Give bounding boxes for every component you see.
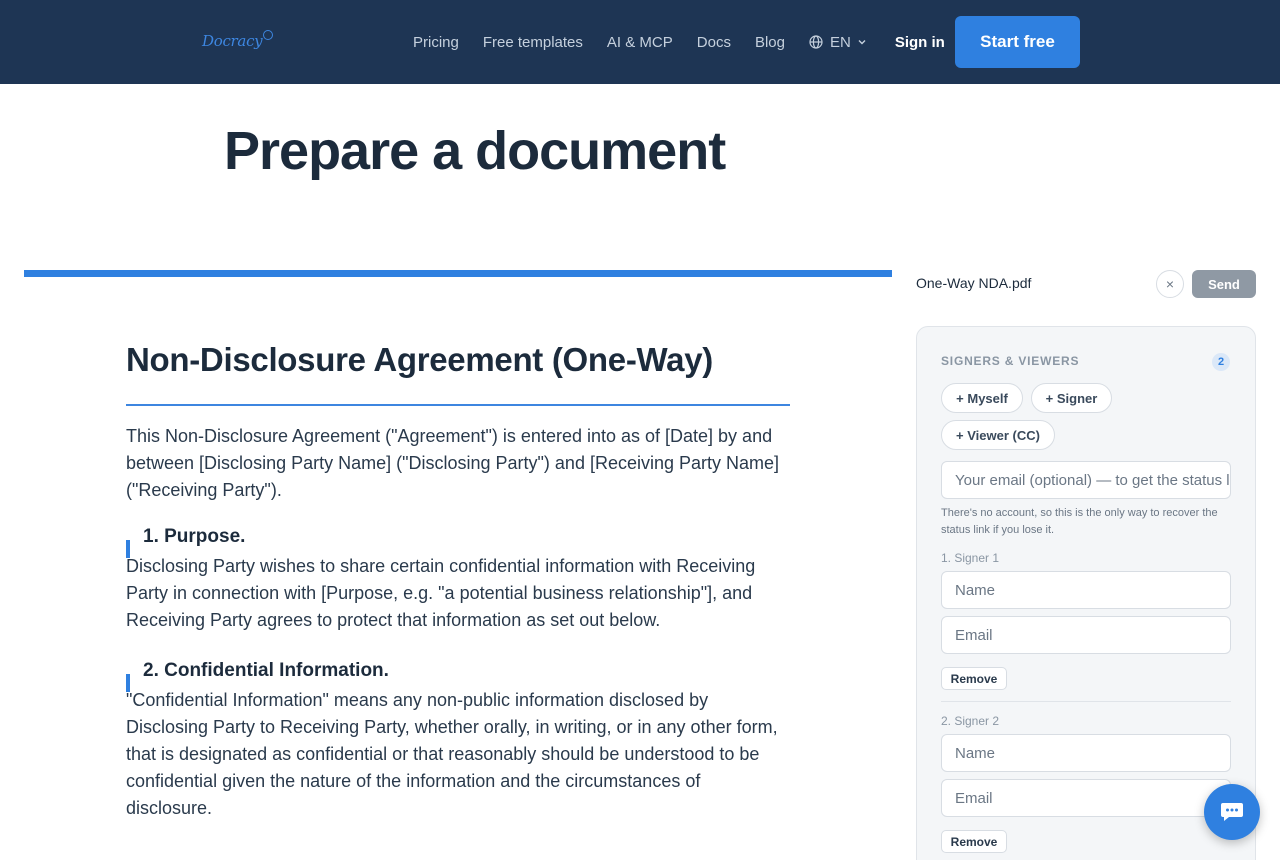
- docracy-logo[interactable]: Docracy: [202, 30, 274, 50]
- chevron-down-icon: [858, 40, 866, 45]
- document-title: Non-Disclosure Agreement (One-Way): [126, 341, 713, 378]
- nav-pricing[interactable]: Pricing: [413, 34, 459, 51]
- chat-widget-button[interactable]: [1204, 784, 1260, 840]
- section-body-purpose: Disclosing Party wishes to share certain…: [126, 555, 756, 630]
- nav-ai-mcp[interactable]: AI & MCP: [607, 34, 673, 51]
- page-title: Prepare a document: [224, 121, 726, 181]
- signer-1-label: 1. Signer 1: [941, 551, 1000, 565]
- globe-icon: [809, 35, 823, 49]
- document-top-accent-bar: [24, 270, 892, 277]
- chat-bubble-icon: [1221, 803, 1243, 821]
- signer-1-email-input[interactable]: Email: [941, 616, 1231, 654]
- signers-section-title: SIGNERS & VIEWERS: [941, 354, 1080, 368]
- signer-2-label: 2. Signer 2: [941, 714, 1000, 728]
- add-viewer-button[interactable]: + Viewer (CC): [941, 420, 1055, 450]
- signer-2-remove-button[interactable]: Remove: [941, 830, 1007, 853]
- signer-count-badge: 2: [1212, 353, 1230, 371]
- signer-1-remove-button[interactable]: Remove: [941, 667, 1007, 690]
- add-myself-button[interactable]: + Myself: [941, 383, 1023, 413]
- signer-divider: [941, 701, 1231, 702]
- start-free-button[interactable]: Start free: [955, 16, 1080, 68]
- language-code: EN: [829, 33, 851, 51]
- top-navigation-bar: Docracy Pricing Free templates AI & MCP …: [0, 0, 1280, 84]
- main-nav: Pricing Free templates AI & MCP Docs Blo…: [413, 0, 967, 84]
- document-intro: This Non-Disclosure Agreement ("Agreemen…: [126, 425, 780, 500]
- close-icon: ×: [1165, 276, 1175, 292]
- nav-blog[interactable]: Blog: [755, 34, 785, 51]
- nav-free-templates[interactable]: Free templates: [483, 34, 583, 51]
- section-heading-confidential-information: 2. Confidential Information.: [126, 659, 790, 692]
- file-name: One-Way NDA.pdf: [916, 275, 1032, 291]
- section-body-confidential-information: "Confidential Information" means any non…: [126, 689, 778, 818]
- logo-mark-icon: [263, 30, 274, 40]
- nav-docs[interactable]: Docs: [697, 34, 731, 51]
- send-button[interactable]: Send: [1192, 270, 1256, 298]
- sign-in-link[interactable]: Sign in: [895, 34, 945, 51]
- title-divider: [126, 403, 790, 406]
- signer-2-name-input[interactable]: Name: [941, 734, 1231, 772]
- close-document-button[interactable]: ×: [1156, 270, 1184, 298]
- add-signer-button[interactable]: + Signer: [1031, 383, 1112, 413]
- email-hint-text: There's no account, so this is the only …: [941, 507, 1218, 536]
- document-preview: Non-Disclosure Agreement (One-Way) This …: [126, 340, 790, 822]
- owner-email-input[interactable]: Your email (optional) — to get the statu…: [941, 461, 1231, 499]
- signer-2-email-input[interactable]: Email: [941, 779, 1231, 817]
- signer-1-name-input[interactable]: Name: [941, 571, 1231, 609]
- signers-panel: SIGNERS & VIEWERS 2 + Myself + Signer + …: [916, 326, 1256, 860]
- logo-text: Docracy: [202, 32, 263, 50]
- language-selector[interactable]: EN: [809, 34, 867, 51]
- section-heading-purpose: 1. Purpose.: [126, 525, 790, 558]
